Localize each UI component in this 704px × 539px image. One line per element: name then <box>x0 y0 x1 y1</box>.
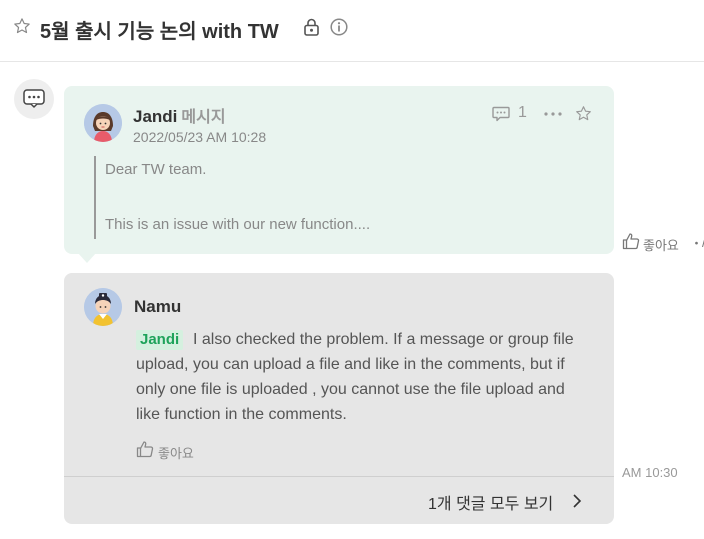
message-body-line: This is an issue with our new function..… <box>105 216 371 233</box>
lock-icon <box>304 18 319 36</box>
comment-time: AM 10:30 <box>622 465 678 480</box>
more-icon[interactable] <box>544 112 562 116</box>
sender-name[interactable]: Jandi <box>133 107 177 126</box>
star-outline-icon[interactable] <box>575 105 592 122</box>
like-label[interactable]: 좋아요 <box>158 443 194 462</box>
topic-title: 5월 출시 기능 논의 with TW <box>40 21 279 43</box>
message-card-tail <box>78 253 96 263</box>
comment-sender[interactable]: Namu <box>134 297 181 317</box>
comment-count[interactable]: 1 <box>518 104 527 122</box>
like-label[interactable]: 좋아요 <box>643 235 679 254</box>
message-body-line: Dear TW team. <box>105 161 207 178</box>
quote-bar <box>94 156 96 239</box>
message-timestamp: 2022/05/23 AM 10:28 <box>133 129 267 145</box>
comment-body-line: I also checked the problem. If a message… <box>193 331 574 348</box>
thumbs-up-icon[interactable] <box>136 440 154 458</box>
avatar[interactable] <box>84 288 122 326</box>
chevron-right-icon[interactable] <box>572 493 582 509</box>
comment-icon[interactable] <box>492 106 510 122</box>
avatar[interactable] <box>84 104 122 142</box>
topic-header: 5월 출시 기능 논의 with TW <box>0 0 704 62</box>
star-outline-icon[interactable] <box>13 17 31 35</box>
message-sender[interactable]: Jandi 메시지 <box>133 103 226 127</box>
comment-body-line: like function in the comments. <box>136 406 347 423</box>
comment-body-line: only one file is uploaded , you cannot u… <box>136 381 565 398</box>
message-type-chat-icon <box>14 79 54 119</box>
mention-tag[interactable]: Jandi <box>136 330 184 350</box>
sender-suffix: 메시지 <box>181 109 226 126</box>
comment-body-line: upload, you can upload a file and like i… <box>136 356 565 373</box>
view-all-comments-link[interactable]: 1개 댓글 모두 보기 <box>428 490 553 514</box>
info-icon[interactable] <box>330 18 348 36</box>
divider <box>64 476 614 477</box>
thumbs-up-icon[interactable] <box>622 232 640 250</box>
